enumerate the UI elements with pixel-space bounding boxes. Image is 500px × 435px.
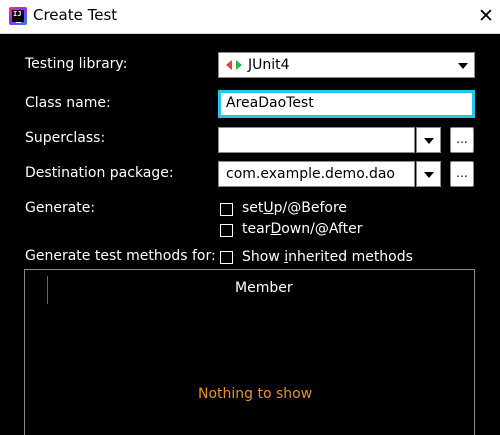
destination-package-browse-button[interactable]: ... — [450, 161, 474, 187]
superclass-browse-button[interactable]: ... — [450, 127, 474, 153]
teardown-checkbox-label: tearDown/@After — [242, 221, 363, 237]
generate-methods-label: Generate test methods for: — [25, 248, 216, 264]
superclass-input[interactable] — [218, 127, 415, 153]
testing-library-value: JUnit4 — [248, 57, 290, 73]
chevron-down-icon — [458, 63, 468, 69]
show-inherited-label: Show inherited methods — [242, 249, 413, 265]
class-name-input[interactable]: AreaDaoTest — [218, 90, 475, 118]
close-icon[interactable]: ✕ — [476, 5, 496, 27]
destination-package-value: com.example.demo.dao — [226, 166, 395, 182]
class-name-value: AreaDaoTest — [226, 95, 314, 111]
generate-label: Generate: — [25, 200, 96, 216]
intellij-app-icon: IJ — [9, 7, 27, 25]
superclass-dropdown-button[interactable] — [416, 127, 441, 153]
show-inherited-checkbox[interactable] — [220, 251, 233, 264]
member-column-header[interactable]: Member — [235, 280, 293, 296]
setup-checkbox[interactable] — [220, 203, 233, 216]
setup-checkbox-label: setUp/@Before — [242, 200, 348, 216]
destination-package-dropdown-button[interactable] — [416, 161, 441, 187]
class-name-label: Class name: — [25, 95, 111, 111]
chevron-down-icon — [424, 172, 434, 178]
testing-library-select[interactable]: JUnit4 — [218, 52, 475, 78]
members-table[interactable]: Member Nothing to show — [24, 269, 475, 435]
window-title: Create Test — [33, 6, 118, 24]
chevron-down-icon — [424, 138, 434, 144]
junit-icon — [226, 60, 242, 70]
column-divider[interactable] — [47, 276, 48, 304]
teardown-checkbox[interactable] — [220, 224, 233, 237]
destination-package-input[interactable]: com.example.demo.dao — [218, 161, 415, 187]
destination-package-label: Destination package: — [25, 165, 174, 181]
empty-table-text: Nothing to show — [198, 386, 313, 402]
superclass-label: Superclass: — [25, 130, 106, 146]
title-bar: IJ Create Test ✕ — [0, 0, 500, 34]
testing-library-label: Testing library: — [25, 56, 128, 72]
